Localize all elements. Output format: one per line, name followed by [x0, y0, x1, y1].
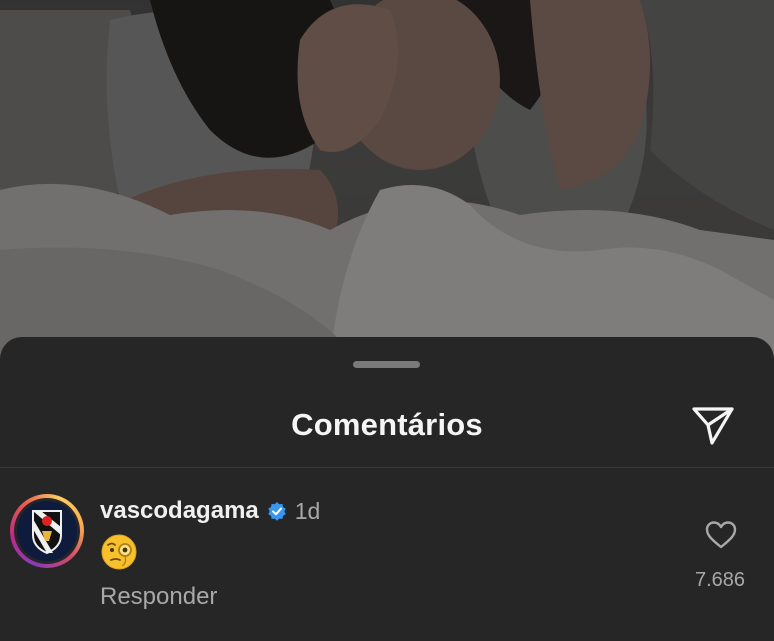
header-divider — [0, 467, 774, 468]
comment-username[interactable]: vascodagama — [100, 497, 259, 525]
avatar[interactable] — [10, 494, 84, 568]
comments-sheet: Comentários vascodagama 1d Responder 7.6… — [0, 337, 774, 641]
comment-item: vascodagama 1d Responder — [100, 495, 321, 610]
photo-dim-overlay — [0, 0, 774, 360]
verified-badge-icon — [268, 502, 286, 521]
face-with-monocle-emoji — [101, 534, 137, 570]
instagram-comments-screen: Comentários vascodagama 1d Responder 7.6… — [0, 0, 774, 641]
sheet-drag-handle[interactable] — [353, 361, 420, 368]
share-button[interactable] — [690, 405, 736, 447]
post-photo — [0, 0, 774, 360]
club-crest-logo — [17, 501, 77, 561]
reply-button[interactable]: Responder — [100, 583, 217, 611]
send-icon — [692, 407, 734, 445]
heart-icon — [705, 521, 737, 549]
like-count: 7.686 — [694, 569, 746, 591]
like-button[interactable] — [705, 520, 737, 550]
sheet-title: Comentários — [291, 407, 483, 442]
comment-time: 1d — [294, 497, 321, 524]
